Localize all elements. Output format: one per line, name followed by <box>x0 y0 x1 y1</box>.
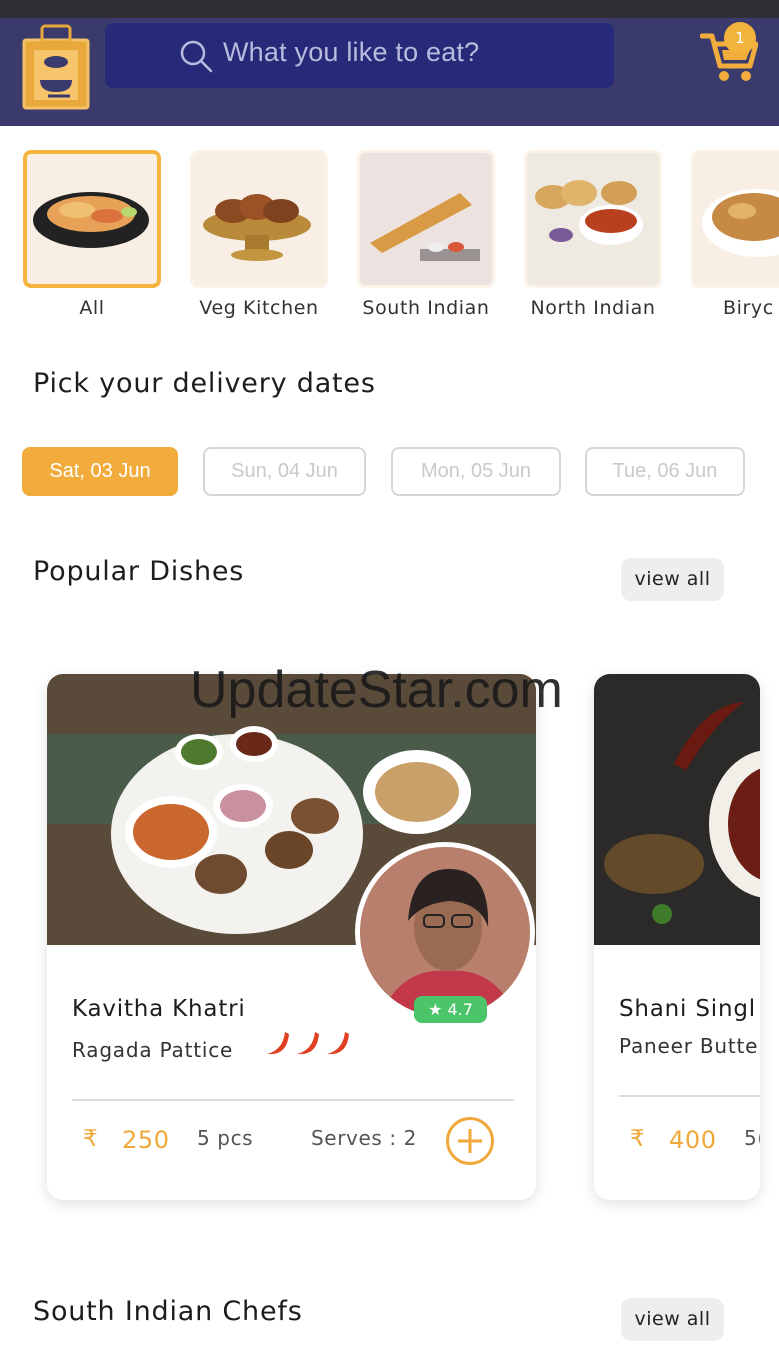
rupee-icon: ₹ <box>630 1126 645 1152</box>
search-bar[interactable]: What you like to eat? <box>105 23 614 88</box>
chef-name: Shani Singl <box>619 996 756 1022</box>
status-bar <box>0 0 779 18</box>
dish-quantity: 5( <box>744 1126 760 1150</box>
category-label: North Indian <box>530 297 656 319</box>
spice-level-icon <box>267 1032 349 1055</box>
add-to-cart-icon[interactable] <box>446 1117 494 1165</box>
date-option[interactable]: Mon, 05 Jun <box>391 447 561 496</box>
app-logo-icon[interactable] <box>20 20 92 112</box>
cart-count-badge: 1 <box>724 22 756 54</box>
category-veg-kitchen[interactable]: Veg Kitchen <box>190 150 328 319</box>
app-header: What you like to eat? 1 <box>0 18 779 126</box>
category-thumbnail <box>190 150 328 288</box>
category-thumbnail <box>691 150 779 288</box>
dish-price: 400 <box>669 1126 717 1154</box>
category-all[interactable]: All <box>23 150 161 319</box>
dish-quantity: 5 pcs <box>197 1126 254 1150</box>
card-divider <box>72 1099 514 1101</box>
rupee-icon: ₹ <box>83 1126 98 1152</box>
delivery-dates-title: Pick your delivery dates <box>33 368 376 399</box>
date-option[interactable]: Sun, 04 Jun <box>203 447 366 496</box>
popular-view-all-button[interactable]: view all <box>621 558 724 601</box>
dish-name: Ragada Pattice <box>72 1038 234 1062</box>
south-indian-chefs-title: South Indian Chefs <box>33 1296 303 1327</box>
popular-dishes-title: Popular Dishes <box>33 556 245 587</box>
dish-photo <box>594 674 760 945</box>
category-label: Biryc <box>723 297 774 319</box>
chef-name: Kavitha Khatri <box>72 996 246 1022</box>
category-label: South Indian <box>362 297 490 319</box>
category-thumbnail <box>23 150 161 288</box>
category-south-indian[interactable]: South Indian <box>357 150 495 319</box>
card-divider <box>619 1095 760 1097</box>
category-carousel[interactable]: All Veg Kitchen South Indian North India… <box>0 150 779 330</box>
date-option[interactable]: Sat, 03 Jun <box>22 447 178 496</box>
category-label: Veg Kitchen <box>199 297 319 319</box>
dish-price: 250 <box>122 1126 170 1154</box>
date-option[interactable]: Tue, 06 Jun <box>585 447 745 496</box>
chef-avatar[interactable] <box>355 842 535 1022</box>
dish-card[interactable]: ★ 4.7 Kavitha Khatri Ragada Pattice ₹ 25… <box>47 674 536 1200</box>
category-biryani[interactable]: Biryc <box>691 150 779 319</box>
delivery-date-picker: Sat, 03 Jun Sun, 04 Jun Mon, 05 Jun Tue,… <box>0 447 779 497</box>
category-label: All <box>79 297 105 319</box>
search-icon <box>180 40 213 73</box>
category-thumbnail <box>357 150 495 288</box>
dish-name: Paneer Butte <box>619 1034 759 1058</box>
south-indian-view-all-button[interactable]: view all <box>621 1298 724 1341</box>
dish-card[interactable]: Shani Singl Paneer Butte ₹ 400 5( <box>594 674 760 1200</box>
search-input[interactable]: What you like to eat? <box>223 37 479 68</box>
chef-rating-badge: ★ 4.7 <box>414 996 487 1023</box>
watermark: UpdateStar.com <box>190 661 563 719</box>
category-north-indian[interactable]: North Indian <box>524 150 662 319</box>
category-thumbnail <box>524 150 662 288</box>
dish-serves: Serves : 2 <box>311 1126 417 1150</box>
